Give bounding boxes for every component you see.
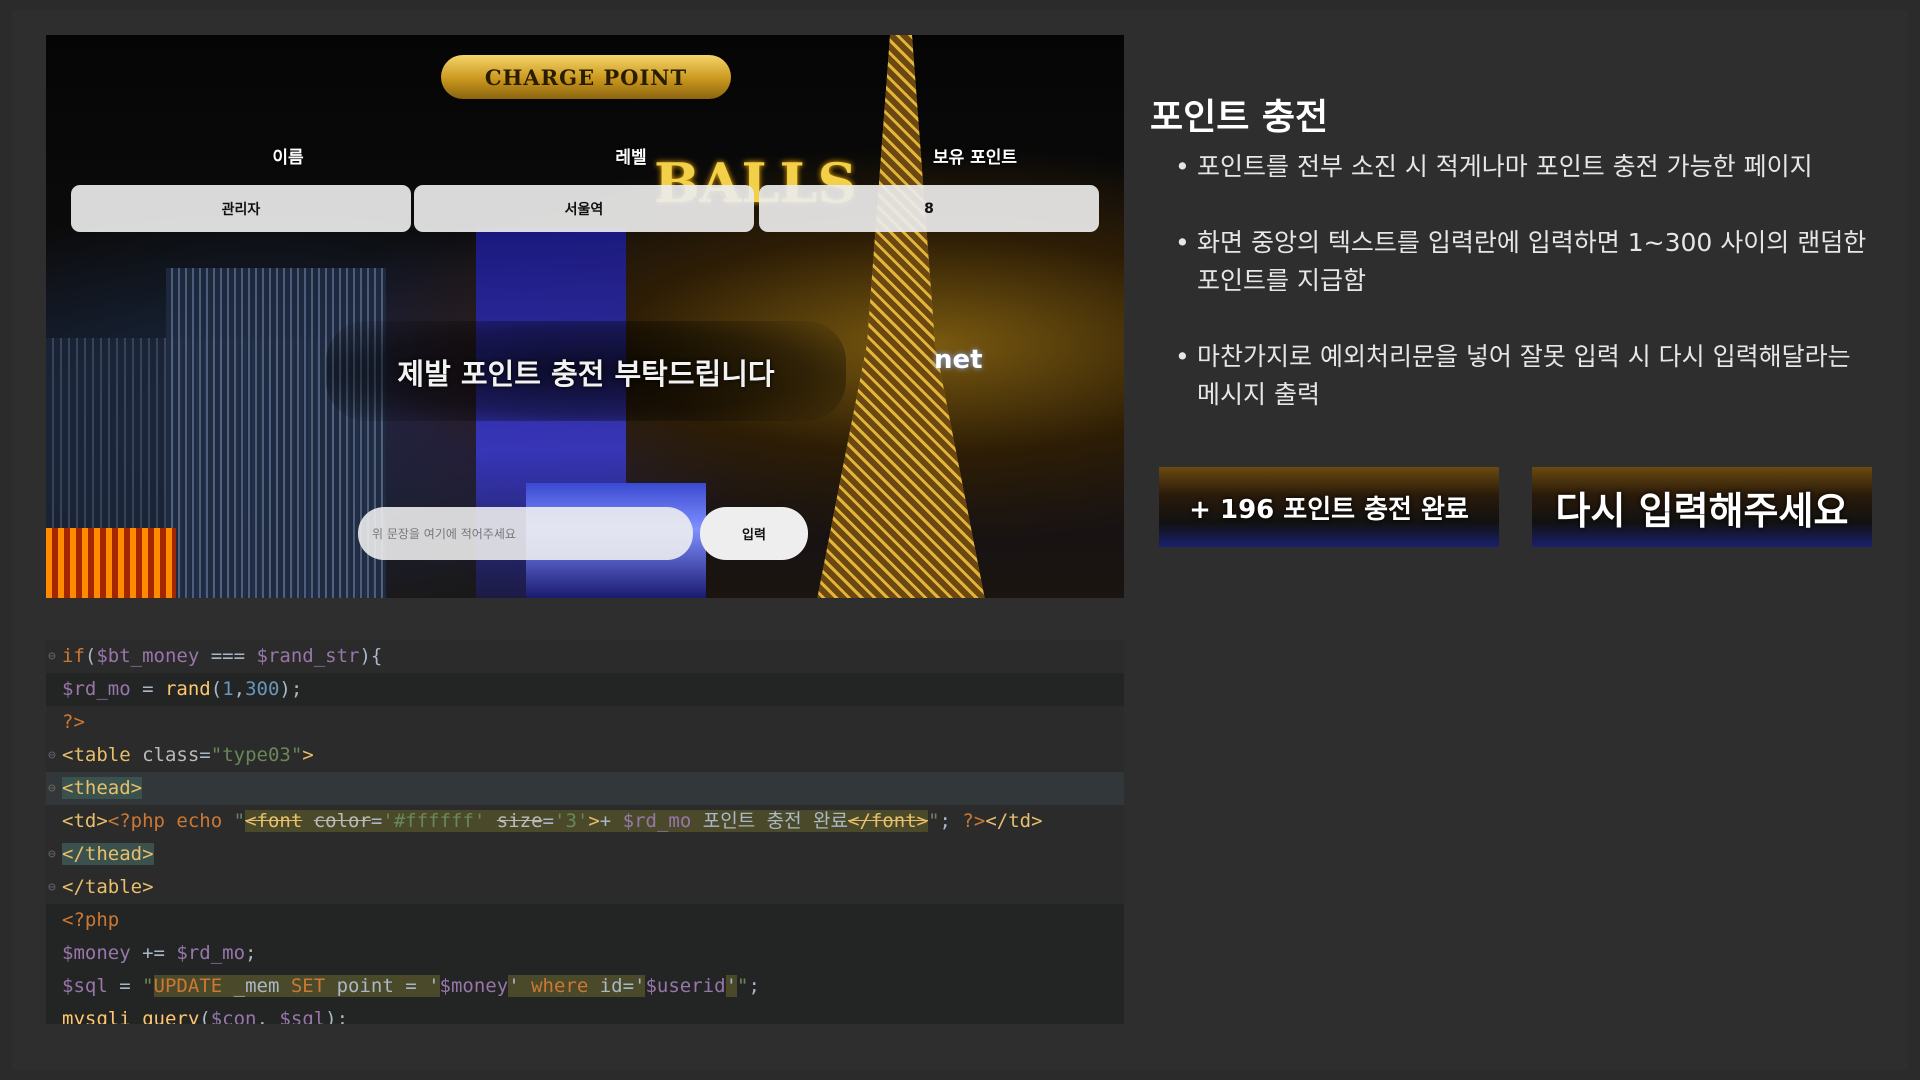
code-line: ⊖ </table> [48, 876, 154, 898]
code-line: ⊖ <thead> [46, 772, 1124, 805]
column-label-level: 레벨 [615, 148, 647, 168]
net-sign: net [934, 345, 983, 375]
eiffel-tower-image [816, 35, 986, 598]
description-item: 마찬가지로 예외처리문을 넣어 잘못 입력 시 다시 입력해달라는 메시지 출력 [1175, 338, 1875, 414]
challenge-message: 제발 포인트 충전 부탁드립니다 [397, 357, 775, 391]
description-item: 화면 중앙의 텍스트를 입력란에 입력하면 1~300 사이의 랜덤한 포인트를… [1175, 224, 1875, 300]
code-line: <td><?php echo "<font color='#ffffff' si… [62, 810, 1043, 832]
challenge-input[interactable] [358, 507, 693, 560]
name-value: 관리자 [71, 185, 411, 232]
success-preview: + 196 포인트 충전 완료 [1159, 467, 1499, 547]
column-label-points: 보유 포인트 [932, 148, 1018, 168]
charge-point-title: CHARGE POINT [441, 55, 731, 99]
code-line: ⊖ <table class="type03"> [48, 744, 314, 766]
code-line: ⊖ </thead> [48, 843, 154, 865]
code-editor: ⊖ if($bt_money === $rand_str){ $rd_mo = r… [46, 640, 1124, 1024]
code-line: ⊖ if($bt_money === $rand_str){ [48, 645, 383, 667]
level-value: 서울역 [414, 185, 754, 232]
code-line: $money += $rd_mo; [46, 937, 1124, 970]
building-tower-block [166, 268, 386, 598]
code-line: <?php [46, 904, 1124, 937]
retry-preview: 다시 입력해주세요 [1532, 467, 1872, 547]
code-line: $rd_mo = rand(1,300); [46, 673, 1124, 706]
charge-point-screenshot: BALLS net CHARGE POINT 이름 레벨 보유 포인트 관리자 … [46, 35, 1124, 598]
neon-marquee [46, 528, 176, 598]
points-value: 8 [759, 185, 1099, 232]
code-line: mysqli_query($con, $sql); [46, 1003, 1124, 1024]
code-line: ?> [62, 711, 85, 733]
section-heading: 포인트 충전 [1150, 97, 1329, 138]
column-label-name: 이름 [272, 148, 304, 168]
description-list: 포인트를 전부 소진 시 적게나마 포인트 충전 가능한 페이지 화면 중앙의 … [1175, 148, 1875, 452]
description-item: 포인트를 전부 소진 시 적게나마 포인트 충전 가능한 페이지 [1175, 148, 1875, 186]
code-line: $sql = "UPDATE _mem SET point = '$money'… [46, 970, 1124, 1003]
submit-button[interactable]: 입력 [700, 507, 808, 560]
